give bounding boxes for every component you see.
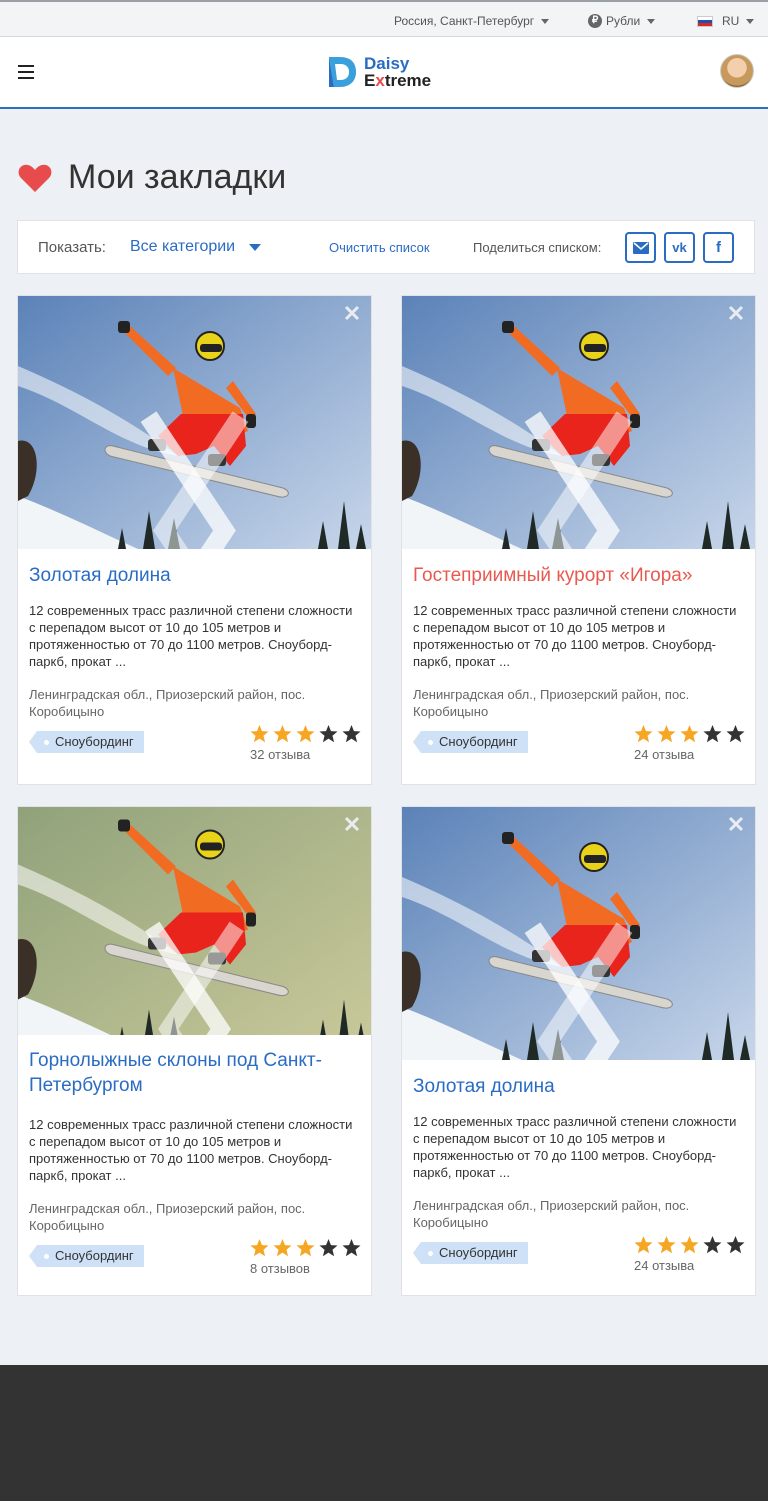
rating-stars	[634, 1236, 745, 1254]
star-icon	[296, 1239, 315, 1257]
star-icon	[657, 725, 676, 743]
star-icon	[296, 725, 315, 743]
star-icon	[726, 725, 745, 743]
mail-icon	[632, 241, 649, 254]
card-image[interactable]	[402, 296, 755, 549]
rating-stars	[250, 1239, 361, 1257]
star-icon	[342, 725, 361, 743]
top-strip: Россия, Санкт-Петербург ₽ Рубли RU	[0, 0, 768, 37]
star-icon	[703, 725, 722, 743]
share-facebook-button[interactable]: f	[703, 232, 734, 263]
star-icon	[319, 725, 338, 743]
footer	[0, 1365, 768, 1501]
chevron-down-icon	[647, 18, 656, 24]
star-icon	[680, 1236, 699, 1254]
bookmark-card[interactable]: Гостеприимный курорт «Игора» 12 современ…	[401, 295, 756, 785]
card-location: Ленинградская обл., Приозерский район, п…	[29, 687, 306, 719]
card-description: 12 современных трасс различной степени с…	[413, 1114, 737, 1180]
logo-text: Daisy Extreme	[364, 55, 431, 89]
logo-mark-icon	[329, 57, 356, 87]
reviews-count[interactable]: 24 отзыва	[634, 747, 694, 762]
star-icon	[273, 1239, 292, 1257]
star-icon	[703, 1236, 722, 1254]
filter-bar: Показать: Все категории Очистить список …	[17, 220, 755, 274]
card-image[interactable]	[18, 807, 371, 1035]
reviews-count[interactable]: 8 отзывов	[250, 1261, 310, 1276]
currency-selector[interactable]: ₽ Рубли	[588, 14, 656, 28]
category-tag[interactable]: Сноубординг	[29, 1245, 144, 1267]
bookmark-card[interactable]: Золотая долина 12 современных трасс разл…	[17, 295, 372, 785]
bookmark-card[interactable]: Золотая долина 12 современных трасс разл…	[401, 806, 756, 1296]
facebook-icon: f	[716, 239, 721, 256]
card-description: 12 современных трасс различной степени с…	[29, 603, 353, 669]
clear-list-link[interactable]: Очистить список	[329, 240, 430, 255]
card-title[interactable]: Гостеприимный курорт «Игора»	[413, 563, 743, 588]
close-icon[interactable]	[343, 304, 361, 322]
share-mail-button[interactable]	[625, 232, 656, 263]
logo[interactable]: Daisy Extreme	[326, 51, 448, 93]
reviews-count[interactable]: 32 отзыва	[250, 747, 310, 762]
reviews-count[interactable]: 24 отзыва	[634, 1258, 694, 1273]
category-select[interactable]: Все категории	[130, 238, 262, 256]
bookmark-card[interactable]: Горнолыжные склоны под Санкт-Петербургом…	[17, 806, 372, 1296]
close-icon[interactable]	[343, 815, 361, 833]
chevron-right-icon[interactable]	[18, 404, 363, 549]
category-tag[interactable]: Сноубординг	[413, 1242, 528, 1264]
category-tag[interactable]: Сноубординг	[413, 731, 528, 753]
card-title[interactable]: Горнолыжные склоны под Санкт-Петербургом	[29, 1048, 329, 1098]
rouble-icon: ₽	[588, 14, 602, 28]
star-icon	[634, 725, 653, 743]
close-icon[interactable]	[727, 815, 745, 833]
menu-icon[interactable]	[18, 65, 34, 79]
currency-label: Рубли	[606, 14, 641, 28]
card-location: Ленинградская обл., Приозерский район, п…	[413, 1198, 690, 1230]
show-label: Показать:	[38, 239, 106, 256]
share-label: Поделиться списком:	[473, 240, 602, 255]
card-description: 12 современных трасс различной степени с…	[413, 603, 737, 669]
category-value: Все категории	[130, 238, 236, 255]
card-image[interactable]	[18, 296, 371, 549]
logo-line1: Daisy	[364, 54, 410, 73]
language-selector[interactable]: RU	[697, 14, 755, 28]
category-tag[interactable]: Сноубординг	[29, 731, 144, 753]
rating-stars	[250, 725, 361, 743]
card-location: Ленинградская обл., Приозерский район, п…	[413, 687, 690, 719]
site-header: Daisy Extreme	[0, 37, 768, 109]
star-icon	[342, 1239, 361, 1257]
star-icon	[680, 725, 699, 743]
logo-line2: Extreme	[364, 71, 432, 90]
avatar[interactable]	[720, 54, 754, 88]
star-icon	[250, 725, 269, 743]
card-title[interactable]: Золотая долина	[29, 563, 359, 588]
card-location: Ленинградская обл., Приозерский район, п…	[29, 1201, 306, 1233]
russia-flag-icon	[697, 15, 713, 27]
star-icon	[250, 1239, 269, 1257]
chevron-down-icon	[541, 18, 550, 24]
page-header: Мои закладки	[18, 158, 286, 197]
star-icon	[657, 1236, 676, 1254]
heart-icon	[18, 164, 52, 192]
chevron-right-icon[interactable]	[402, 404, 747, 549]
rating-stars	[634, 725, 745, 743]
card-description: 12 современных трасс различной степени с…	[29, 1117, 353, 1183]
chevron-right-icon[interactable]	[402, 915, 747, 1060]
share-vk-button[interactable]: vk	[664, 232, 695, 263]
star-icon	[726, 1236, 745, 1254]
star-icon	[273, 725, 292, 743]
caret-down-icon	[249, 243, 262, 251]
star-icon	[634, 1236, 653, 1254]
card-title[interactable]: Золотая долина	[413, 1074, 743, 1099]
close-icon[interactable]	[727, 304, 745, 322]
star-icon	[319, 1239, 338, 1257]
chevron-right-icon[interactable]	[18, 915, 363, 1035]
vk-icon: vk	[672, 240, 687, 255]
language-label: RU	[722, 14, 740, 28]
page-title: Мои закладки	[68, 158, 287, 196]
location-selector[interactable]: Россия, Санкт-Петербург	[394, 14, 550, 28]
location-label: Россия, Санкт-Петербург	[394, 14, 535, 28]
card-image[interactable]	[402, 807, 755, 1060]
chevron-down-icon	[746, 18, 755, 24]
